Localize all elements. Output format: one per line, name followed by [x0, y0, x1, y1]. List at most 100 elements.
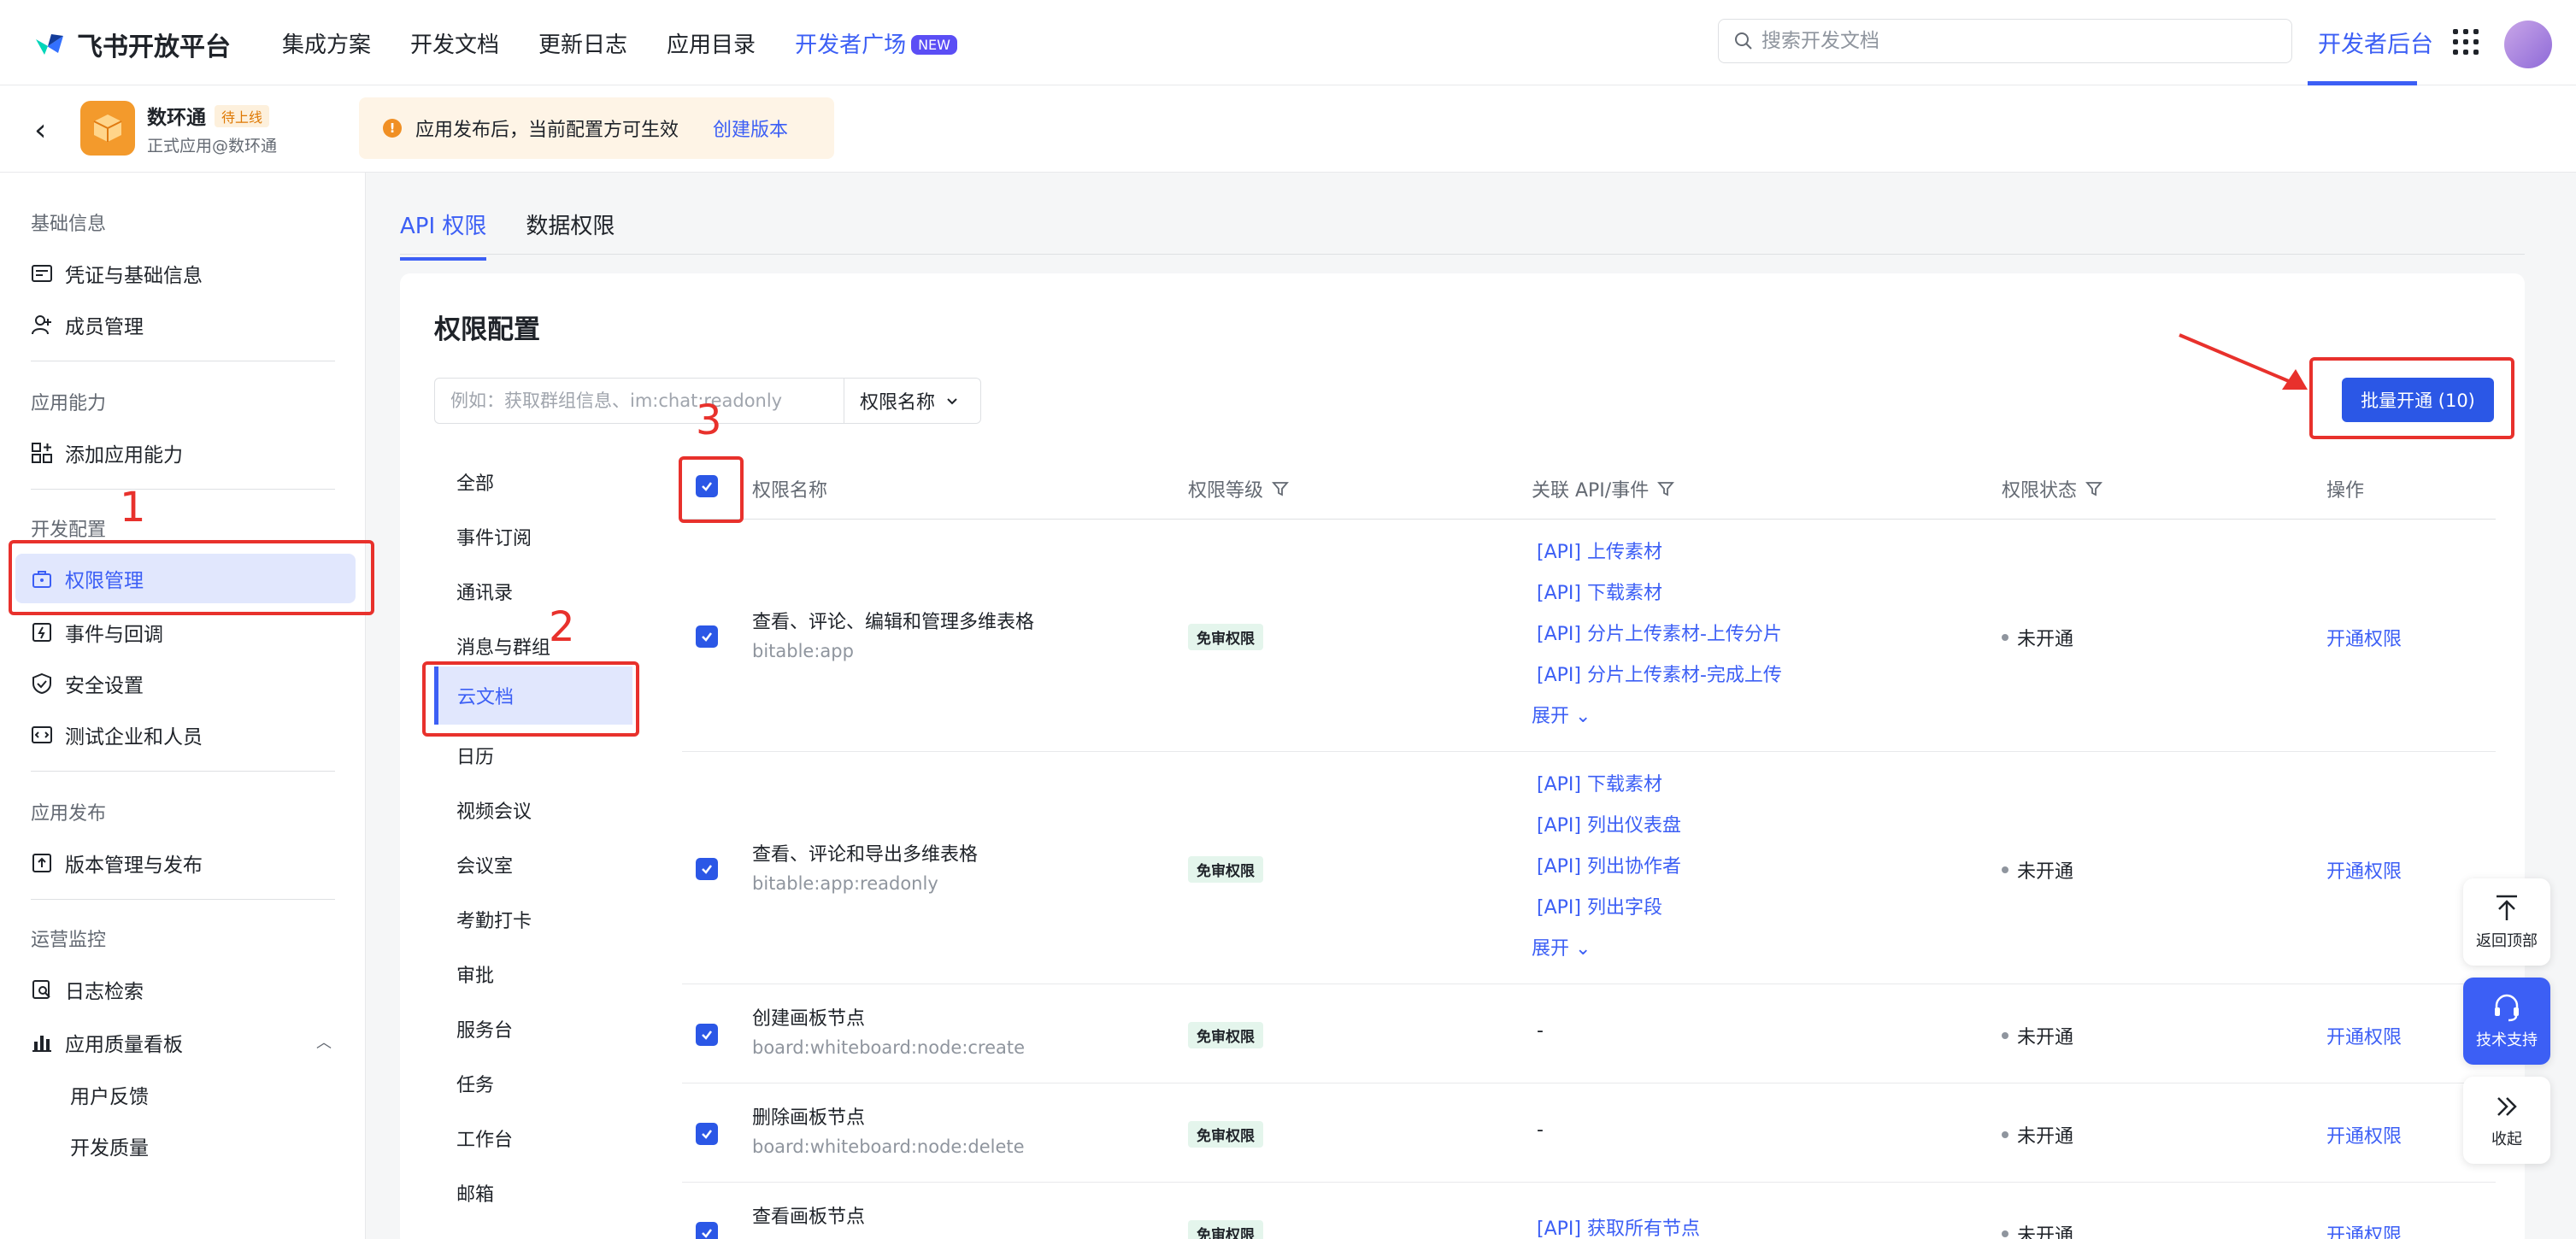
sidebar-item-dev-quality[interactable]: 开发质量	[70, 1131, 149, 1160]
category-events[interactable]: 事件订阅	[456, 523, 532, 550]
filter-icon	[1657, 482, 1675, 496]
api-link[interactable]: [API] 列出字段	[1537, 892, 1662, 919]
permission-search-input[interactable]	[435, 379, 844, 423]
annotation-number-1: 1	[120, 484, 146, 531]
annotation-arrow-icon	[2179, 333, 2308, 390]
category-messages[interactable]: 消息与群组	[456, 632, 550, 660]
category-contacts[interactable]: 通讯录	[456, 578, 513, 605]
th-permission-level[interactable]: 权限等级	[1188, 475, 1289, 502]
tab-data-permission[interactable]: 数据权限	[526, 208, 615, 261]
category-workplace[interactable]: 工作台	[456, 1124, 513, 1152]
permission-code: board:whiteboard:node:create	[752, 1037, 1026, 1058]
api-link[interactable]: [API] 获取所有节点	[1537, 1213, 1700, 1239]
expand-link[interactable]: 展开 ⌄	[1532, 701, 1591, 728]
th-permission-name: 权限名称	[752, 480, 828, 502]
chevron-down-icon	[947, 398, 957, 405]
category-video-meeting[interactable]: 视频会议	[456, 796, 532, 824]
category-helpdesk[interactable]: 服务台	[456, 1015, 513, 1042]
category-approval[interactable]: 审批	[456, 960, 494, 988]
permission-status: 未开通	[2002, 856, 2073, 884]
th-permission-status[interactable]: 权限状态	[2002, 475, 2103, 502]
app-header: ‹ 数环通 待上线 正式应用@数环通 ! 应用发布后，当前配置方可生效 创建版本	[0, 85, 2576, 173]
collapse-button[interactable]: 收起	[2463, 1077, 2550, 1164]
row-checkbox[interactable]	[696, 1123, 718, 1145]
api-link[interactable]: [API] 分片上传素材-完成上传	[1537, 660, 1782, 687]
feishu-logo[interactable]: 飞书开放平台	[32, 26, 231, 63]
nav-integration[interactable]: 集成方案	[282, 27, 371, 59]
double-chevron-right-icon	[2497, 1097, 2517, 1116]
sidebar-item-label: 事件与回调	[65, 624, 163, 646]
enable-permission-link[interactable]: 开通权限	[2326, 1121, 2402, 1148]
bar-chart-icon	[32, 1036, 51, 1052]
api-link[interactable]: [API] 下载素材	[1537, 769, 1662, 796]
sidebar-item-feedback[interactable]: 用户反馈	[70, 1080, 149, 1109]
api-link[interactable]: [API] 列出协作者	[1537, 851, 1681, 878]
sidebar-item-label: 测试企业和人员	[65, 726, 203, 749]
sidebar-item-members[interactable]: 成员管理	[31, 306, 144, 344]
nav-changelog[interactable]: 更新日志	[538, 27, 627, 59]
category-meeting-room[interactable]: 会议室	[456, 851, 513, 878]
row-checkbox[interactable]	[696, 625, 718, 648]
sidebar-item-security[interactable]: 安全设置	[31, 665, 144, 702]
expand-link[interactable]: 展开 ⌄	[1532, 933, 1591, 960]
sidebar-item-logs[interactable]: 日志检索	[31, 971, 144, 1008]
no-api-placeholder: -	[1537, 1020, 1544, 1042]
search-input[interactable]	[1761, 30, 2257, 52]
row-checkbox[interactable]	[696, 858, 718, 880]
tab-api-permission[interactable]: API 权限	[400, 208, 487, 261]
section-basic-info: 基础信息	[31, 214, 107, 235]
enable-permission-link[interactable]: 开通权限	[2326, 1220, 2402, 1239]
permission-level-badge: 免审权限	[1188, 624, 1263, 650]
float-label: 技术支持	[2476, 1031, 2538, 1049]
create-version-link[interactable]: 创建版本	[713, 115, 788, 142]
filter-icon	[2085, 482, 2103, 496]
row-checkbox[interactable]	[696, 1222, 718, 1239]
back-arrow-icon[interactable]: ‹	[34, 113, 46, 148]
category-tasks[interactable]: 任务	[456, 1070, 494, 1097]
shield-icon	[32, 672, 51, 695]
category-mail[interactable]: 邮箱	[456, 1179, 494, 1207]
category-all[interactable]: 全部	[456, 468, 494, 496]
user-avatar[interactable]	[2504, 21, 2552, 68]
category-attendance[interactable]: 考勤打卡	[456, 906, 532, 933]
enable-permission-link[interactable]: 开通权限	[2326, 1022, 2402, 1049]
feishu-logo-icon	[36, 34, 63, 55]
api-link[interactable]: [API] 下载素材	[1537, 578, 1662, 605]
app-icon	[80, 101, 135, 156]
api-link[interactable]: [API] 分片上传素材-上传分片	[1537, 619, 1782, 646]
app-grid-icon[interactable]	[2453, 29, 2479, 55]
permission-status: 未开通	[2002, 1220, 2073, 1239]
row-checkbox[interactable]	[696, 1024, 718, 1046]
code-icon	[32, 726, 52, 743]
enable-permission-link[interactable]: 开通权限	[2326, 856, 2402, 884]
chevron-down-icon: ⌄	[1575, 938, 1591, 960]
nav-app-directory[interactable]: 应用目录	[667, 27, 756, 59]
filter-field-select[interactable]: 权限名称	[844, 379, 980, 423]
sidebar-item-version[interactable]: 版本管理与发布	[31, 844, 203, 882]
api-link[interactable]: [API] 上传素材	[1537, 537, 1662, 564]
sidebar-item-events[interactable]: 事件与回调	[31, 614, 163, 651]
chevron-up-icon[interactable]: ︿	[316, 1031, 332, 1053]
enable-permission-link[interactable]: 开通权限	[2326, 624, 2402, 651]
permission-status: 未开通	[2002, 1121, 2073, 1148]
api-link[interactable]: [API] 列出仪表盘	[1537, 810, 1681, 837]
sidebar-item-test-org[interactable]: 测试企业和人员	[31, 716, 203, 754]
sidebar-item-credentials[interactable]: 凭证与基础信息	[31, 255, 203, 292]
nav-docs[interactable]: 开发文档	[410, 27, 499, 59]
box-icon	[93, 115, 122, 142]
sidebar-item-add-ability[interactable]: 添加应用能力	[31, 434, 183, 472]
th-label: 权限等级	[1188, 480, 1264, 502]
th-related-api[interactable]: 关联 API/事件	[1532, 475, 1675, 502]
sidebar-item-quality[interactable]: 应用质量看板	[31, 1024, 183, 1061]
search-box[interactable]	[1718, 19, 2292, 63]
tech-support-button[interactable]: 技术支持	[2463, 978, 2550, 1065]
category-calendar[interactable]: 日历	[456, 742, 494, 769]
permission-code: bitable:app:readonly	[752, 873, 938, 894]
nav-dev-square[interactable]: 开发者广场 NEW	[795, 27, 957, 59]
back-to-top-button[interactable]: 返回顶部	[2463, 878, 2550, 966]
divider	[31, 899, 335, 900]
check-icon	[702, 865, 712, 874]
check-icon	[702, 1031, 712, 1040]
sidebar-item-label: 安全设置	[65, 675, 144, 697]
dev-console-link[interactable]: 开发者后台	[2318, 26, 2433, 59]
